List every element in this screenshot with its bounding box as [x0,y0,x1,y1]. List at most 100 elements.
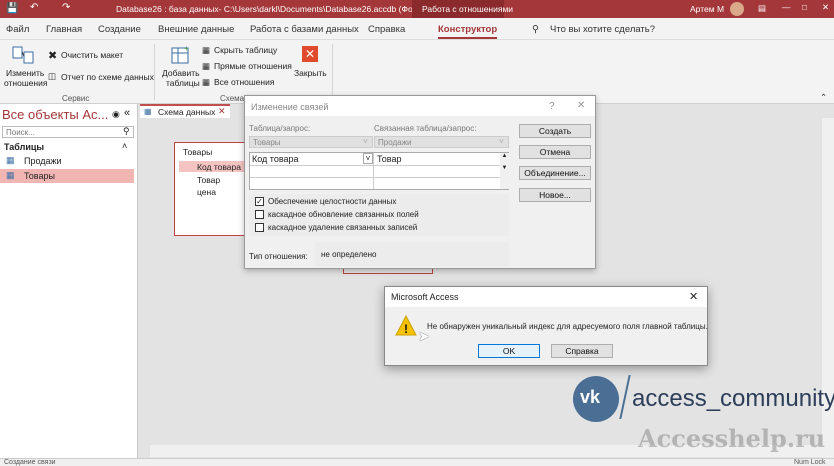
tab-help[interactable]: Справка [368,24,405,35]
related-table-label: Связанная таблица/запрос: [374,124,477,133]
clear-layout-icon[interactable]: ✖ [48,49,57,62]
left-field-cell[interactable]: Код товара [252,154,299,164]
edit-relationships-icon[interactable] [12,44,34,66]
table-icon: ▦ [6,170,15,180]
add-table-label[interactable]: Добавить [162,68,200,78]
direct-relationships-icon[interactable]: ▦ [202,61,210,72]
join-type-button[interactable]: Объединение... [519,166,591,180]
nav-title[interactable]: Все объекты Ac... [2,107,108,122]
grid-scrollbar[interactable]: ▲ ▼ [500,153,509,189]
maximize-icon[interactable]: □ [802,2,807,12]
nav-search-input[interactable]: Поиск... [6,128,35,137]
related-table-select: Продажи ˅ [374,136,509,148]
field-key[interactable]: Код товара [197,162,241,172]
msgbox-titlebar: Microsoft Access ✕ [385,287,707,307]
close-icon[interactable]: ✕ [822,2,829,13]
nav-item-label: Товары [24,171,55,181]
document-tab-label: Схема данных [158,107,216,117]
edit-relationships-dialog: Изменение связей ? ✕ Таблица/запрос: Свя… [244,95,596,269]
nav-collapse-icon[interactable]: « [124,107,130,119]
table-window-goods[interactable]: Товары Код товара Товар цена [174,142,246,236]
svg-text:!: ! [404,322,408,336]
field-price[interactable]: цена [197,187,216,197]
undo-icon[interactable]: ↶ [30,2,38,13]
add-table-label2[interactable]: таблицы [166,78,200,88]
site-watermark: Accesshelp.ru [638,424,826,453]
field-item[interactable]: Товар [197,175,220,185]
search-icon[interactable]: ⚲ [123,126,130,137]
nav-search-box[interactable]: Поиск... ⚲ [2,126,134,138]
cascade-update-checkbox[interactable] [255,210,264,219]
all-relationships-button[interactable]: Все отношения [214,77,274,87]
chevron-down-icon[interactable]: ˅ [363,153,373,164]
status-right: Num Lock [794,459,826,466]
right-field-cell[interactable]: Товар [377,154,402,164]
help-button[interactable]: Справка [551,344,613,358]
title-bar: 💾 ↶ ↷ Database26 : база данных- C:\Users… [0,0,834,18]
minimize-icon[interactable]: — [782,2,791,12]
edit-relationships-label2[interactable]: отношения [4,78,47,88]
dialog-help-icon[interactable]: ? [549,101,555,112]
avatar[interactable] [730,2,744,16]
close-tab-icon[interactable]: ✕ [218,106,226,117]
tab-home[interactable]: Главная [46,24,82,35]
direct-relationships-button[interactable]: Прямые отношения [214,61,292,71]
tab-create[interactable]: Создание [98,24,141,35]
navigation-pane: Все объекты Ac... ◉ « Поиск... ⚲ Таблицы… [0,104,138,466]
clear-layout-button[interactable]: Очистить макет [61,50,123,60]
fields-grid[interactable]: Код товара ˅ Товар ▲ ▼ [249,152,509,190]
svg-text:+: + [184,44,189,53]
redo-icon[interactable]: ↷ [62,2,70,13]
warning-icon: ! [395,315,417,336]
chevron-up-icon[interactable]: ˄ [122,141,127,151]
table-window-title[interactable]: Товары [183,147,212,157]
context-tab-header: Работа с отношениями [412,0,513,18]
chevron-down-icon: ˅ [499,137,504,146]
hide-table-icon[interactable]: ▦ [202,45,210,56]
tab-design[interactable]: Конструктор [438,24,498,39]
dialog-close-icon[interactable]: ✕ [577,100,585,111]
tab-external[interactable]: Внешние данные [158,24,234,35]
table-select: Товары ˅ [249,136,373,148]
relation-type-value: не определено [321,250,377,259]
nav-section-tables[interactable]: Таблицы [4,142,44,152]
cascade-delete-checkbox[interactable] [255,223,264,232]
dialog-title: Изменение связей [251,102,329,112]
tab-database-tools[interactable]: Работа с базами данных [250,24,359,35]
cascade-delete-label: каскадное удаление связанных записей [268,223,418,232]
hide-table-button[interactable]: Скрыть таблицу [214,45,277,55]
create-button[interactable]: Создать [519,124,591,138]
nav-item-sales[interactable]: ▦ Продажи [0,154,134,168]
create-new-button[interactable]: Новое... [519,188,591,202]
edit-relationships-label[interactable]: Изменить [6,68,44,78]
lightbulb-icon: ⚲ [532,24,539,35]
user-name[interactable]: Артем М [690,4,724,14]
report-icon[interactable]: ◫ [48,71,56,82]
document-tab-schema[interactable]: ▦ Схема данных ✕ [140,104,230,118]
collapse-ribbon-icon[interactable]: ⌃ [820,92,827,103]
status-bar: Создание связи Num Lock [0,458,834,466]
ok-button[interactable]: OK [478,344,540,358]
ribbon-display-icon[interactable]: ▤ [758,3,766,14]
cancel-button[interactable]: Отмена [519,145,591,159]
window-title: Database26 : база данных- C:\Users\darkl… [116,4,431,14]
nav-menu-icon[interactable]: ◉ [112,109,120,120]
msgbox-close-icon[interactable]: ✕ [689,290,698,303]
all-relationships-icon[interactable]: ▦ [202,77,210,88]
msgbox-title: Microsoft Access [391,292,459,302]
nav-item-goods[interactable]: ▦ Товары [0,169,134,183]
status-left: Создание связи [4,459,56,466]
integrity-checkbox[interactable]: ✓ [255,197,264,206]
integrity-group: ✓ Обеспечение целостности данных каскадн… [249,194,509,236]
error-message-box: Microsoft Access ✕ ! Не обнаружен уникал… [384,286,708,366]
close-relationships-icon[interactable]: ✕ [302,46,318,62]
save-icon[interactable]: 💾 [6,3,18,14]
msgbox-text: Не обнаружен уникальный индекс для адрес… [427,322,708,331]
table-icon: ▦ [6,155,15,165]
tab-file[interactable]: Файл [6,24,29,35]
relationship-report-button[interactable]: Отчет по схеме данных [61,72,154,82]
chevron-down-icon: ˅ [363,137,368,146]
search-hint[interactable]: Что вы хотите сделать? [550,24,655,35]
add-table-icon[interactable]: + [170,44,192,66]
close-button[interactable]: Закрыть [294,68,327,78]
